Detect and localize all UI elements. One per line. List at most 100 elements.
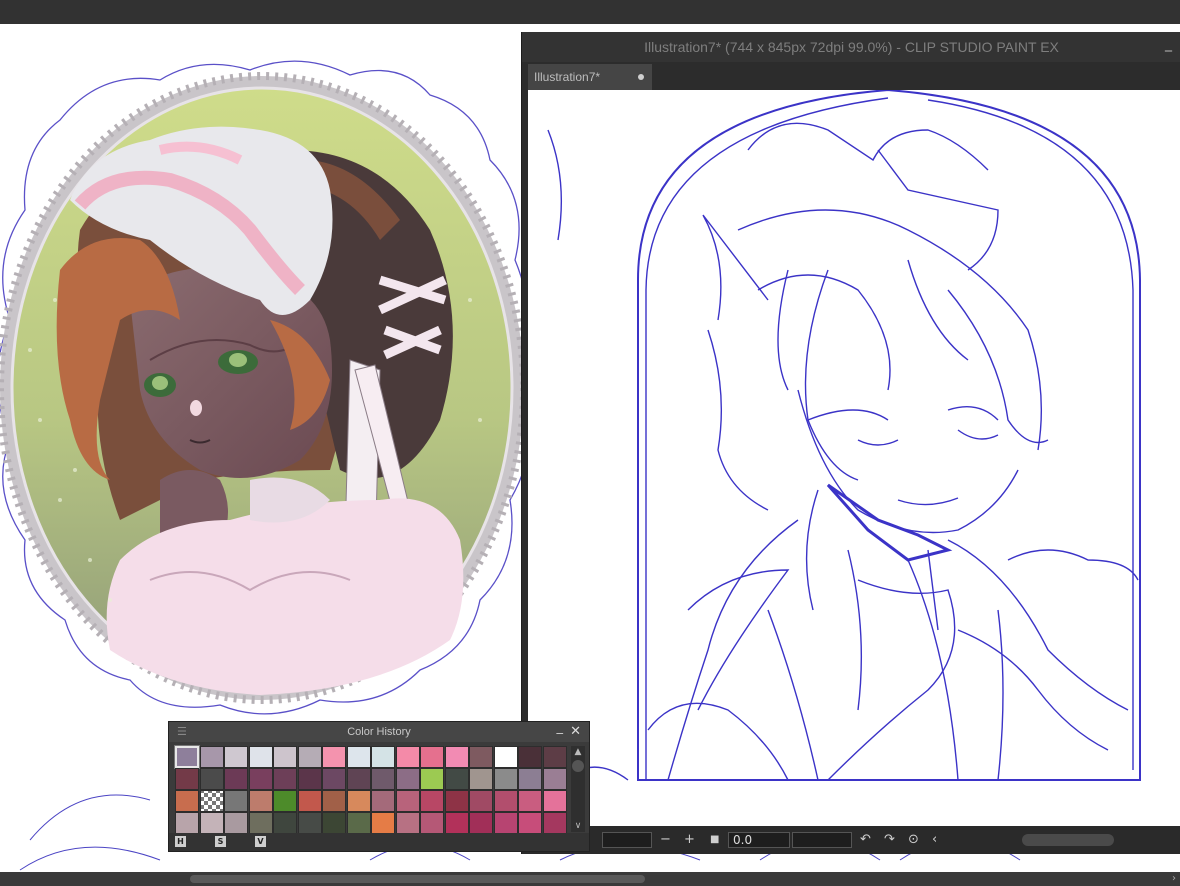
color-swatch[interactable]	[371, 746, 395, 768]
palette-close-button[interactable]: ✕	[570, 722, 581, 742]
color-swatch[interactable]	[493, 790, 518, 812]
color-swatch[interactable]	[175, 790, 199, 812]
chevron-left-icon[interactable]: ‹	[932, 826, 937, 854]
scroll-right-icon[interactable]: ›	[1172, 872, 1176, 886]
zoom-out-button[interactable]: −	[660, 826, 671, 854]
color-swatch[interactable]	[371, 768, 395, 790]
color-swatch[interactable]	[248, 790, 273, 812]
rotate-left-icon[interactable]: ↶	[860, 826, 871, 854]
unsaved-dot-icon[interactable]	[638, 74, 644, 80]
color-swatch[interactable]	[420, 790, 444, 812]
saturation-button[interactable]: S	[215, 836, 226, 847]
color-swatch[interactable]	[346, 768, 371, 790]
color-swatch[interactable]	[224, 768, 248, 790]
color-swatch[interactable]	[297, 812, 322, 834]
main-horizontal-scrollbar[interactable]: ›	[0, 872, 1180, 886]
color-swatch[interactable]	[174, 745, 200, 769]
scroll-up-icon[interactable]: ▲	[571, 746, 585, 758]
color-swatch[interactable]	[346, 746, 371, 768]
color-swatch[interactable]	[469, 812, 493, 834]
color-swatch[interactable]	[199, 790, 224, 812]
sketch-drawing	[547, 90, 1141, 791]
color-swatch[interactable]	[395, 746, 420, 768]
color-swatch[interactable]	[322, 746, 346, 768]
color-swatch[interactable]	[273, 790, 297, 812]
color-swatch[interactable]	[273, 746, 297, 768]
color-swatch[interactable]	[297, 768, 322, 790]
zoom-in-button[interactable]: +	[684, 826, 695, 854]
color-swatch[interactable]	[469, 790, 493, 812]
color-swatch[interactable]	[224, 746, 248, 768]
window-title: Illustration7* (744 x 845px 72dpi 99.0%)…	[522, 32, 1180, 62]
color-swatch[interactable]	[542, 790, 567, 812]
tab-illustration7[interactable]: Illustration7*	[528, 64, 652, 90]
color-swatch[interactable]	[444, 768, 469, 790]
status-bar: − + ■ 0.0 ↶ ↷ ⊙ ‹	[522, 826, 1180, 854]
color-swatch[interactable]	[518, 746, 542, 768]
color-swatch[interactable]	[542, 812, 567, 834]
color-swatch[interactable]	[248, 746, 273, 768]
palette-minimize-button[interactable]: _	[557, 720, 564, 735]
window-minimize-button[interactable]: _	[1165, 36, 1172, 52]
color-swatch[interactable]	[518, 768, 542, 790]
color-swatch[interactable]	[199, 746, 224, 768]
color-swatch[interactable]	[371, 812, 395, 834]
navigator-strip[interactable]	[602, 832, 652, 848]
tab-bar: Illustration7*	[522, 62, 1180, 90]
color-swatch[interactable]	[273, 768, 297, 790]
color-swatch[interactable]	[542, 746, 567, 768]
color-swatch[interactable]	[395, 790, 420, 812]
palette-footer: H S V	[169, 833, 589, 851]
rotate-right-icon[interactable]: ↷	[884, 826, 895, 854]
color-history-palette: Color History ☰ _ ✕ ▲ ∨ H S V	[168, 720, 590, 852]
color-swatch[interactable]	[420, 768, 444, 790]
palette-menu-icon[interactable]: ☰	[177, 722, 187, 742]
color-swatch[interactable]	[371, 790, 395, 812]
color-swatch[interactable]	[248, 768, 273, 790]
color-swatch[interactable]	[493, 812, 518, 834]
color-swatch[interactable]	[420, 812, 444, 834]
color-swatch[interactable]	[518, 790, 542, 812]
sketch-canvas[interactable]	[528, 90, 1180, 826]
color-swatch[interactable]	[444, 812, 469, 834]
rotation-angle-field[interactable]: 0.0	[728, 832, 790, 848]
stop-button[interactable]: ■	[710, 826, 719, 854]
tab-label: Illustration7*	[534, 70, 601, 84]
color-swatch[interactable]	[273, 812, 297, 834]
color-swatch[interactable]	[346, 790, 371, 812]
reset-rotation-icon[interactable]: ⊙	[908, 826, 919, 854]
rotation-slider[interactable]	[792, 832, 852, 848]
color-swatch[interactable]	[297, 746, 322, 768]
color-swatch[interactable]	[469, 746, 493, 768]
color-swatch[interactable]	[322, 768, 346, 790]
scroll-knob[interactable]	[572, 760, 584, 772]
value-button[interactable]: V	[255, 836, 266, 847]
color-swatch[interactable]	[420, 746, 444, 768]
color-swatch[interactable]	[297, 790, 322, 812]
scroll-down-icon[interactable]: ∨	[571, 820, 585, 832]
color-swatch[interactable]	[493, 746, 518, 768]
color-swatch[interactable]	[322, 790, 346, 812]
color-swatch[interactable]	[518, 812, 542, 834]
color-swatch[interactable]	[444, 746, 469, 768]
color-swatch[interactable]	[199, 812, 224, 834]
scroll-thumb[interactable]	[190, 875, 645, 883]
color-swatch[interactable]	[175, 768, 199, 790]
color-swatch[interactable]	[199, 768, 224, 790]
color-swatch[interactable]	[395, 812, 420, 834]
color-swatch[interactable]	[224, 812, 248, 834]
color-swatch[interactable]	[493, 768, 518, 790]
palette-scrollbar[interactable]: ▲ ∨	[571, 746, 585, 832]
color-swatch[interactable]	[175, 812, 199, 834]
color-swatch[interactable]	[248, 812, 273, 834]
horizontal-scrollbar[interactable]	[1022, 834, 1114, 846]
color-swatch[interactable]	[469, 768, 493, 790]
color-swatch[interactable]	[395, 768, 420, 790]
document-window: Illustration7* (744 x 845px 72dpi 99.0%)…	[521, 32, 1180, 854]
color-swatch[interactable]	[444, 790, 469, 812]
color-swatch[interactable]	[322, 812, 346, 834]
color-swatch[interactable]	[346, 812, 371, 834]
color-swatch[interactable]	[542, 768, 567, 790]
color-swatch[interactable]	[224, 790, 248, 812]
hue-button[interactable]: H	[175, 836, 186, 847]
